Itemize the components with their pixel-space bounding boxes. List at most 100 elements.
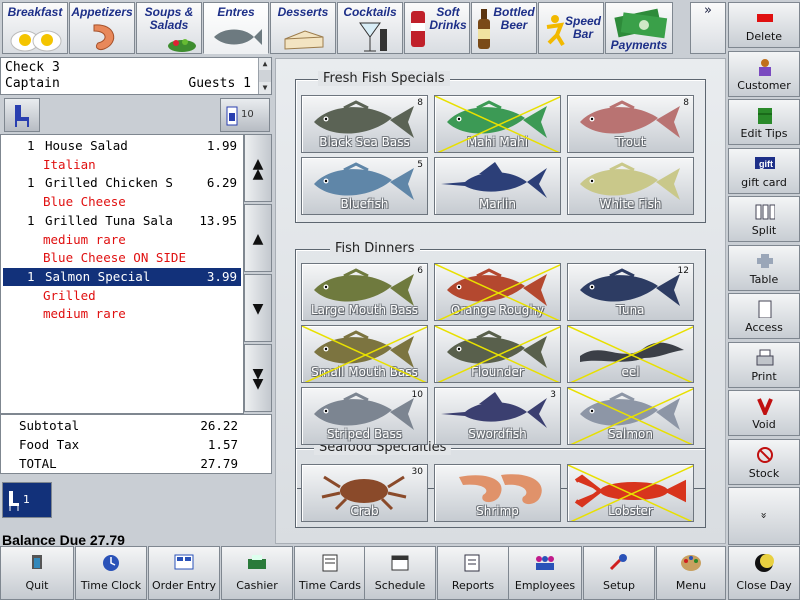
- menu-item-tuna[interactable]: Tuna 12: [567, 263, 694, 321]
- menu-item-orange-roughy[interactable]: Orange Roughy: [434, 263, 561, 321]
- menu-item-salmon[interactable]: Salmon: [567, 387, 694, 445]
- order-line[interactable]: 1 House Salad 1.99: [3, 137, 241, 155]
- void-button[interactable]: Void: [728, 390, 800, 436]
- cashier-button[interactable]: Cashier: [221, 546, 293, 600]
- order-entry-button[interactable]: Order Entry: [148, 546, 220, 600]
- chair-button[interactable]: [4, 98, 40, 132]
- print-button[interactable]: Print: [728, 341, 800, 388]
- menu-item-black-sea-bass[interactable]: Black Sea Bass 8: [301, 95, 428, 153]
- time-cards-icon: [322, 554, 338, 572]
- category-breakfast[interactable]: Breakfast: [2, 2, 68, 54]
- menu-item-mahi-mahi[interactable]: Mahi Mahi: [434, 95, 561, 153]
- category-cocktails[interactable]: Cocktails: [337, 2, 403, 54]
- employees-icon: [536, 556, 554, 570]
- order-modifier[interactable]: medium rare: [3, 305, 241, 323]
- line-name: Grilled Chicken S: [45, 175, 173, 191]
- menu-item-small-mouth-bass[interactable]: Small Mouth Bass: [301, 325, 428, 383]
- category-desserts[interactable]: Desserts: [270, 2, 336, 54]
- order-list[interactable]: 1 House Salad 1.99 Italian 1 Grilled Chicken …: [0, 134, 244, 414]
- menu-item-eel[interactable]: eel: [567, 325, 694, 383]
- time-clock-button[interactable]: Time Clock: [75, 546, 147, 600]
- order-line[interactable]: 1 Grilled Tuna Sala 13.95: [3, 212, 241, 230]
- customer-button[interactable]: Customer: [728, 50, 800, 97]
- order-modifier[interactable]: medium rare: [3, 231, 241, 249]
- scroll-bottom-button[interactable]: ▼ ▼: [244, 344, 272, 412]
- order-modifier[interactable]: Grilled: [3, 287, 241, 305]
- unavailable-x-icon: [568, 388, 693, 444]
- delete-button[interactable]: Delete: [728, 2, 800, 48]
- menu-item-crab[interactable]: Crab 30: [301, 464, 428, 522]
- gift-card-button[interactable]: gift gift card: [728, 147, 800, 194]
- item-name: Bluefish: [340, 197, 389, 211]
- category-speed-bar[interactable]: Speed Bar: [538, 2, 604, 54]
- scroll-thumb[interactable]: [259, 70, 271, 82]
- category-soups-salads[interactable]: Soups & Salads: [136, 2, 202, 54]
- seat-icon: [226, 106, 238, 126]
- category-payments[interactable]: Payments: [605, 2, 673, 54]
- table-button[interactable]: Table: [728, 244, 800, 291]
- category-appetizers[interactable]: Appetizers: [69, 2, 135, 54]
- category-label: Bottled Beer: [493, 5, 535, 32]
- stock-button[interactable]: Stock: [728, 438, 800, 485]
- item-name: White Fish: [599, 197, 662, 211]
- scroll-up-button[interactable]: ▲: [244, 204, 272, 272]
- schedule-button[interactable]: Schedule: [364, 546, 436, 600]
- item-name: Striped Bass: [326, 427, 403, 441]
- line-price: 3.99: [206, 268, 237, 284]
- more-actions-button[interactable]: »: [728, 487, 800, 545]
- menu-item-white-fish[interactable]: White Fish: [567, 157, 694, 215]
- order-modifier[interactable]: Italian: [3, 156, 241, 174]
- menu-item-lobster[interactable]: Lobster: [567, 464, 694, 522]
- seat-indicator-button[interactable]: 1: [2, 482, 52, 518]
- menu-item-large-mouth-bass[interactable]: Large Mouth Bass 6: [301, 263, 428, 321]
- tax-value: 1.57: [207, 437, 238, 452]
- menu-item-marlin[interactable]: Marlin: [434, 157, 561, 215]
- quit-icon: [32, 555, 42, 569]
- category-bottled-beer[interactable]: Bottled Beer: [471, 2, 537, 54]
- more-categories-button[interactable]: »: [690, 2, 726, 54]
- order-line[interactable]: 1 Salmon Special 3.99: [3, 267, 241, 286]
- unavailable-x-icon: [435, 326, 560, 382]
- scroll-up-icon[interactable]: ▲: [259, 58, 271, 70]
- menu-item-swordfish[interactable]: Swordfish 3: [434, 387, 561, 445]
- scroll-down-icon[interactable]: ▼: [259, 82, 271, 94]
- menu-item-trout[interactable]: Trout 8: [567, 95, 694, 153]
- item-count: 8: [417, 98, 423, 108]
- access-button[interactable]: Access: [728, 293, 800, 339]
- category-entres[interactable]: Entres: [203, 2, 269, 54]
- moon-icon: [755, 554, 774, 572]
- menu-item-shrimp[interactable]: Shrimp: [434, 464, 561, 522]
- menu-item-bluefish[interactable]: Bluefish 5: [301, 157, 428, 215]
- edit-tips-button[interactable]: Edit Tips: [728, 99, 800, 145]
- item-name: Large Mouth Bass: [310, 303, 419, 317]
- item-name: Tuna: [616, 303, 645, 317]
- line-price: 6.29: [206, 175, 237, 191]
- time-cards-button[interactable]: Time Cards: [294, 546, 366, 600]
- action-label: Delete: [745, 30, 783, 43]
- quit-button[interactable]: Quit: [0, 546, 74, 600]
- close-day-button[interactable]: Close Day: [728, 546, 800, 600]
- header-scrollbar[interactable]: ▲ ▼: [258, 58, 271, 94]
- employees-button[interactable]: Employees: [508, 546, 582, 600]
- order-line[interactable]: 1 Grilled Chicken S 6.29: [3, 174, 241, 192]
- order-modifier[interactable]: Blue Cheese ON SIDE: [3, 249, 241, 267]
- eggs-icon: [10, 30, 62, 52]
- menu-item-striped-bass[interactable]: Striped Bass 10: [301, 387, 428, 445]
- scroll-down-button[interactable]: ▼: [244, 274, 272, 342]
- category-soft-drinks[interactable]: Soft Drinks: [404, 2, 470, 54]
- reports-button[interactable]: Reports: [437, 546, 509, 600]
- split-button[interactable]: Split: [728, 196, 800, 242]
- action-label: Stock: [748, 466, 780, 480]
- menu-button[interactable]: Menu: [656, 546, 726, 600]
- setup-button[interactable]: Setup: [583, 546, 655, 600]
- order-entry-icon: [174, 554, 194, 570]
- toolbar-label: Reports: [451, 579, 495, 592]
- seat-count-button[interactable]: 10: [220, 98, 270, 132]
- customer-icon: [759, 58, 771, 76]
- money-icon: [614, 8, 668, 39]
- action-label: Edit Tips: [740, 127, 788, 140]
- scroll-top-button[interactable]: ▲ ▲: [244, 134, 272, 202]
- order-modifier[interactable]: Blue Cheese: [3, 193, 241, 211]
- menu-item-flounder[interactable]: Flounder: [434, 325, 561, 383]
- category-label: Appetizers: [71, 5, 133, 19]
